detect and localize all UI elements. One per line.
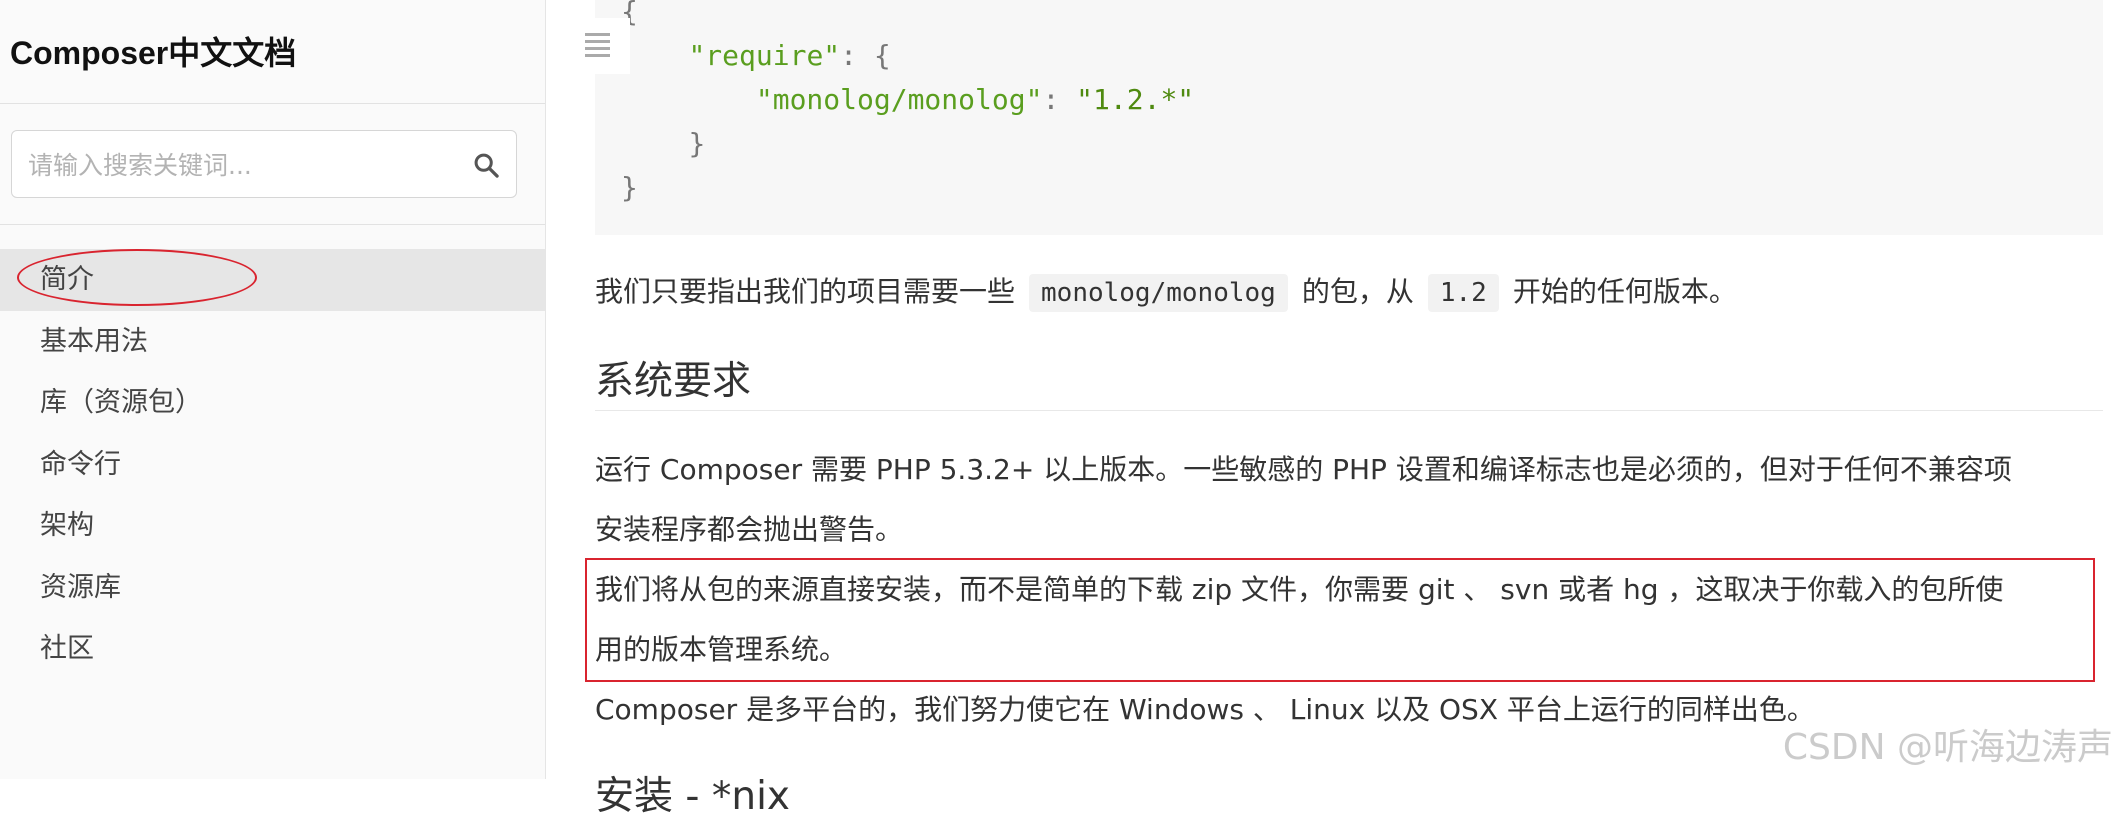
hamburger-icon [585,33,610,36]
code-text: : { [840,39,891,72]
intro-text: 我们只要指出我们的项目需要一些 [595,275,1016,308]
intro-text: 开始的任何版本。 [1512,275,1737,308]
code-line: } [621,171,638,204]
hamburger-icon [585,47,610,50]
sidebar: Composer中文文档 简介 基本用法 库（资源包） 命令行 架构 资源库 社… [0,0,546,779]
paragraph-line: 我们将从包的来源直接安装，而不是简单的下载 zip 文件，你需要 git 、 s… [595,573,2004,606]
sidebar-item-repositories[interactable]: 资源库 [0,557,545,619]
sidebar-nav: 简介 基本用法 库（资源包） 命令行 架构 资源库 社区 [0,249,545,680]
section-heading: 安装 - *nix [595,774,791,819]
search-input[interactable] [26,141,450,189]
sidebar-item-intro[interactable]: 简介 [0,249,545,311]
section-heading: 系统要求 [595,359,752,404]
sidebar-item-cli[interactable]: 命令行 [0,434,545,496]
sidebar-divider [0,224,545,225]
site-title[interactable]: Composer中文文档 [10,28,296,74]
requirements-paragraph: 运行 Composer 需要 PHP 5.3.2+ 以上版本。一些敏感的 PHP… [595,440,2012,740]
inline-code: monolog/monolog [1029,274,1288,312]
hamburger-icon [585,54,610,57]
sidebar-item-basic-usage[interactable]: 基本用法 [0,311,545,373]
sidebar-item-schema[interactable]: 架构 [0,495,545,557]
sidebar-item-community[interactable]: 社区 [0,618,545,680]
code-value: "1.2.*" [1076,83,1195,116]
sidebar-divider [0,103,545,104]
code-text: : [1042,83,1077,116]
paragraph-line: 安装程序都会抛出警告。 [595,513,904,546]
hamburger-icon [585,40,610,43]
watermark: CSDN @听海边涛声 [1782,727,2113,768]
intro-paragraph: 我们只要指出我们的项目需要一些 monolog/monolog 的包，从 1.2 开始的… [595,270,1737,312]
paragraph-line: 用的版本管理系统。 [595,633,848,666]
search-icon[interactable] [472,151,500,179]
intro-text: 的包，从 [1301,275,1414,308]
inline-code: 1.2 [1427,274,1499,312]
paragraph-line: 运行 Composer 需要 PHP 5.3.2+ 以上版本。一些敏感的 PHP… [595,453,2012,486]
code-line: } [688,127,706,160]
code-snippet: { "require": { "monolog/monolog": "1.2.*… [621,0,1194,210]
menu-toggle-button[interactable] [546,18,630,74]
code-key: "monolog/monolog" [755,83,1043,116]
code-key: "require" [688,39,841,72]
code-block: { "require": { "monolog/monolog": "1.2.*… [595,0,2103,235]
search-box [11,130,517,198]
section-divider [595,410,2103,411]
main-content: { "require": { "monolog/monolog": "1.2.*… [546,0,2119,819]
sidebar-item-libraries[interactable]: 库（资源包） [0,372,545,434]
